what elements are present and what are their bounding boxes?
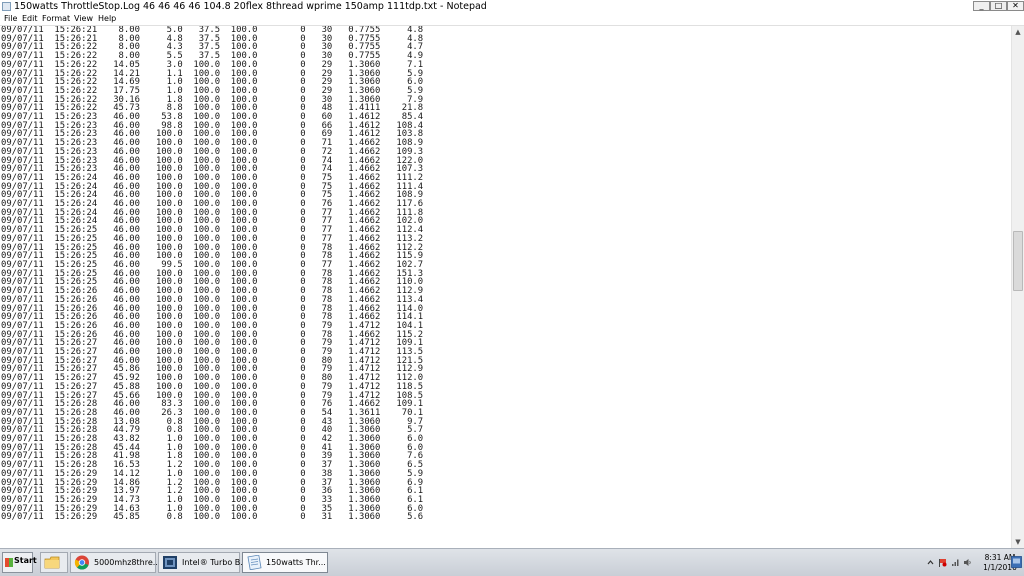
log-line: 09/07/11 15:26:29 45.85 0.8 100.0 100.0 … xyxy=(1,512,424,523)
taskbar-item-chrome[interactable]: 5000mhz8thre... xyxy=(70,552,160,573)
close-button[interactable]: ✕ xyxy=(1007,1,1024,11)
window-title: 150watts ThrottleStop.Log 46 46 46 46 10… xyxy=(14,1,487,12)
title-bar[interactable]: 150watts ThrottleStop.Log 46 46 46 46 10… xyxy=(0,0,1024,14)
notepad-app-icon[interactable] xyxy=(2,2,11,11)
menu-view[interactable]: View xyxy=(74,13,93,25)
network-icon[interactable] xyxy=(951,558,960,567)
show-desktop-icon[interactable] xyxy=(1011,556,1022,568)
menu-edit[interactable]: Edit xyxy=(22,13,38,25)
volume-icon[interactable] xyxy=(963,558,972,567)
vertical-scrollbar[interactable]: ▲ ▼ xyxy=(1011,26,1024,548)
windows-logo-icon xyxy=(5,558,13,567)
menu-help[interactable]: Help xyxy=(98,13,116,25)
maximize-button[interactable]: □ xyxy=(990,1,1007,11)
system-tray: 8:31 AM 1/1/2010 xyxy=(923,552,1024,574)
taskbar-item-label: Intel® Turbo B... xyxy=(182,558,248,567)
show-hidden-icons-icon[interactable] xyxy=(926,558,935,567)
action-center-flag-icon[interactable] xyxy=(938,558,947,567)
start-label: Start xyxy=(14,556,37,565)
intel-turbo-icon xyxy=(163,556,177,569)
minimize-button[interactable]: _ xyxy=(973,1,990,11)
folder-icon xyxy=(44,556,60,569)
menu-bar: File Edit Format View Help xyxy=(0,13,1024,26)
menu-file[interactable]: File xyxy=(4,13,17,25)
chrome-icon xyxy=(74,555,89,570)
taskbar-item-notepad[interactable]: 150watts Thr... xyxy=(242,552,328,573)
notepad-icon xyxy=(247,555,262,570)
taskbar-item-explorer[interactable] xyxy=(40,552,68,573)
text-editor[interactable]: 09/07/11 15:26:21 8.00 5.0 37.5 100.0 0 … xyxy=(0,26,1011,548)
log-text: 09/07/11 15:26:21 8.00 5.0 37.5 100.0 0 … xyxy=(0,26,1011,522)
taskbar-item-label: 150watts Thr... xyxy=(266,558,326,567)
scroll-down-arrow-icon[interactable]: ▼ xyxy=(1012,536,1024,548)
taskbar: Start 5000mhz8thre... Intel® Turbo B... xyxy=(0,548,1024,576)
menu-format[interactable]: Format xyxy=(42,13,70,25)
taskbar-item-label: 5000mhz8thre... xyxy=(94,558,161,567)
start-button[interactable]: Start xyxy=(2,552,37,573)
taskbar-item-intel-turbo[interactable]: Intel® Turbo B... xyxy=(158,552,248,573)
scroll-up-arrow-icon[interactable]: ▲ xyxy=(1012,26,1024,38)
scroll-thumb[interactable] xyxy=(1013,231,1023,291)
